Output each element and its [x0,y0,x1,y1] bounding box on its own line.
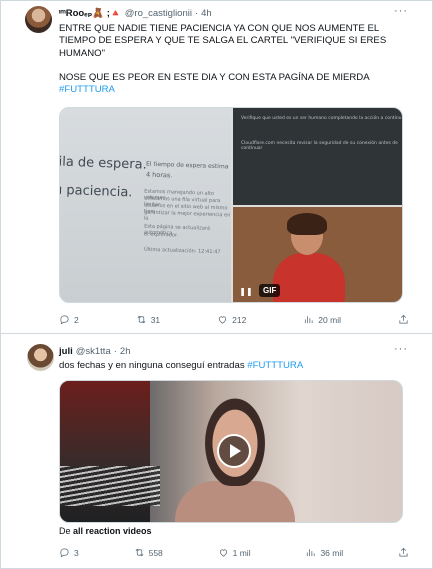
timestamp[interactable]: 2h [120,346,131,357]
like-button[interactable]: 212 [217,314,246,325]
play-icon[interactable] [217,434,251,468]
retweet-button[interactable]: 558 [134,547,163,558]
retweet-count: 31 [150,314,161,325]
like-count: 1 mil [232,547,251,558]
separator-dot: · [194,8,199,19]
like-button[interactable]: 1 mil [218,547,251,558]
photo-text: garantizar la mejor experiencia en la [143,209,231,222]
tweet-text-line: dos fechas y en ninguna conseguí entrada… [59,360,245,371]
tweet-actions: 2 31 212 20 mil [59,314,409,325]
avatar[interactable] [25,6,52,33]
tweet-text: ENTRE QUE NADIE TIENE PACIENCIA YA CON Q… [59,23,409,108]
photo-text: u paciencia. [60,182,133,201]
share-icon [399,314,408,324]
photo-text: El tiempo de espera estima [145,160,229,171]
tweet-text: dos fechas y en ninguna conseguí entrada… [59,360,409,372]
tweet-text-line: HUMANO" [59,47,106,59]
photo-text: fila de espera. [60,154,147,173]
photo-text: Verifique que usted es un ser humano com… [241,116,402,121]
reply-icon [60,315,69,325]
video-attribution: De all reaction videos [59,526,152,536]
media-grid: fila de espera. u paciencia. El tiempo d… [59,107,403,303]
reply-icon [60,548,69,558]
photo-queue-screenshot[interactable]: fila de espera. u paciencia. El tiempo d… [60,108,231,302]
tweet-text-line: NOSE QUE ES PEOR EN ESTE DIA Y CON ESTA … [59,71,370,83]
more-options-icon[interactable]: ··· [394,343,408,355]
photo-text: el explorador. [143,231,179,239]
hashtag-link[interactable]: #FUTTTURA [59,84,115,95]
retweet-icon [137,315,146,324]
tweet-text-line: TIEMPO DE ESPERA Y QUE TE SALGA EL CARTE… [59,35,387,47]
separator-dot: · [113,346,117,357]
retweet-icon [135,548,144,557]
display-name[interactable]: ᶦᵐRooₑₚ🧸 ;🔺 [59,8,122,19]
reply-count: 3 [74,547,79,558]
user-handle[interactable]: @ro_castiglionii [125,8,192,19]
attribution-source-link[interactable]: all reaction videos [73,526,152,536]
analytics-icon [305,316,313,324]
tweet[interactable]: ᶦᵐRooₑₚ🧸 ;🔺 @ro_castiglionii · 4h ··· EN… [1,1,432,334]
tweet-text-line: ENTRE QUE NADIE TIENE PACIENCIA YA CON Q… [59,23,380,34]
tweet-header: ᶦᵐRooₑₚ🧸 ;🔺 @ro_castiglionii · 4h [59,8,212,19]
like-count: 212 [232,314,247,325]
timeline: ᶦᵐRooₑₚ🧸 ;🔺 @ro_castiglionii · 4h ··· EN… [0,0,433,569]
photo-text: Última actualización: 12:41:47 [143,246,221,256]
hashtag-link[interactable]: #FUTTTURA [247,360,303,371]
avatar[interactable] [27,344,54,371]
gif-thumbnail [273,213,345,302]
share-button[interactable] [398,547,409,558]
photo-text: Cloudflare.com necesita revisar la segur… [241,141,398,151]
gif-media[interactable]: ❚❚ GIF [233,207,402,302]
view-count: 20 mil [318,314,341,325]
analytics-icon [307,549,315,557]
attribution-prefix: De [59,526,71,536]
heart-icon [219,549,227,557]
video-player[interactable] [59,380,403,523]
timestamp[interactable]: 4h [201,8,212,19]
more-options-icon[interactable]: ··· [394,5,408,17]
pause-icon[interactable]: ❚❚ [239,284,253,298]
user-handle[interactable]: @sk1tta [76,346,111,357]
tweet-header: juli @sk1tta · 2h [59,346,130,357]
retweet-button[interactable]: 31 [136,314,160,325]
photo-text: 4 horas. [145,170,173,180]
tweet-actions: 3 558 1 mil 36 mil [59,547,409,558]
view-count: 36 mil [320,547,344,558]
views-button[interactable]: 36 mil [305,547,343,558]
reply-button[interactable]: 2 [59,314,79,325]
reply-button[interactable]: 3 [59,547,79,558]
share-icon [399,547,408,557]
heart-icon [219,316,227,324]
views-button[interactable]: 20 mil [303,314,341,325]
photo-captcha-screenshot[interactable]: Verifique que usted es un ser humano com… [233,108,402,205]
display-name[interactable]: juli [59,346,73,357]
share-button[interactable] [398,314,409,325]
retweet-count: 558 [148,547,163,558]
reply-count: 2 [74,314,79,325]
gif-badge: GIF [259,284,281,297]
